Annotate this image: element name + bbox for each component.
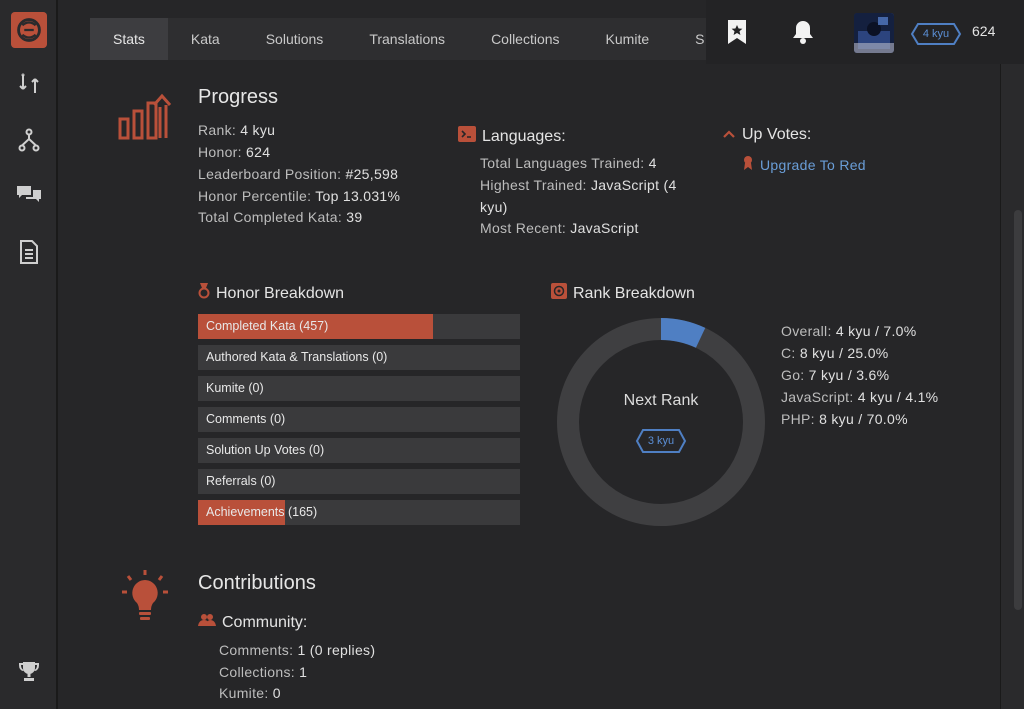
tab-collections[interactable]: Collections — [468, 18, 582, 60]
stat-honor: Honor: 624 — [198, 144, 271, 160]
next-rank-value: 3 kyu — [647, 435, 675, 447]
ribbon-icon — [742, 155, 754, 174]
users-icon — [198, 613, 216, 632]
honor-bar-label: Comments (0) — [206, 412, 286, 426]
stat-rank: Rank: 4 kyu — [198, 122, 276, 138]
honor-bar: Achievements (165) — [198, 500, 520, 525]
honor-bar-label: Referrals (0) — [206, 474, 276, 488]
rank-badge[interactable]: 4 kyu — [910, 22, 962, 46]
donut-track — [557, 318, 765, 526]
stat-leaderboard: Leaderboard Position: #25,598 — [198, 166, 399, 182]
languages-recent: Most Recent: JavaScript — [480, 220, 639, 236]
languages-heading: Languages: — [458, 126, 566, 147]
languages-title: Languages: — [482, 127, 566, 145]
sidebar — [0, 0, 58, 709]
upvotes-title: Up Votes: — [742, 126, 812, 143]
honor-bar-label: Kumite (0) — [206, 381, 264, 395]
progress-chart-icon — [118, 93, 172, 146]
avatar[interactable] — [854, 13, 894, 53]
scrollbar-thumb[interactable] — [1014, 210, 1022, 610]
rank-donut-chart — [557, 318, 765, 526]
languages-highest-cont: kyu) — [480, 199, 508, 215]
honor-bar: Referrals (0) — [198, 469, 520, 494]
practice-icon[interactable] — [11, 66, 47, 102]
tab-translations[interactable]: Translations — [346, 18, 468, 60]
community-collections: Collections: 1 — [219, 664, 308, 680]
next-rank-badge: 3 kyu — [635, 428, 687, 454]
bookmark-star-icon[interactable] — [722, 16, 752, 48]
codewars-logo-icon[interactable] — [11, 12, 47, 48]
discuss-icon[interactable] — [11, 176, 47, 212]
tab-solutions[interactable]: Solutions — [243, 18, 347, 60]
contributions-title: Contributions — [198, 572, 316, 594]
next-rank-label: Next Rank — [623, 392, 699, 409]
rank-item-javascript: JavaScript: 4 kyu / 4.1% — [781, 389, 939, 405]
trophy-icon[interactable] — [11, 654, 47, 690]
rank-breakdown-title: Rank Breakdown — [573, 284, 695, 302]
target-icon — [551, 283, 567, 304]
lightbulb-icon — [118, 568, 172, 629]
top-bar: 4 kyu 624 — [706, 0, 1024, 64]
stat-completed-kata: Total Completed Kata: 39 — [198, 209, 363, 225]
stat-percentile: Honor Percentile: Top 13.031% — [198, 188, 401, 204]
honor-bar: Completed Kata (457) — [198, 314, 520, 339]
honor-bar-label: Solution Up Votes (0) — [206, 443, 325, 457]
rank-item-c: C: 8 kyu / 25.0% — [781, 345, 889, 361]
honor-bar: Kumite (0) — [198, 376, 520, 401]
languages-total: Total Languages Trained: 4 — [480, 155, 657, 171]
honor-bar: Comments (0) — [198, 407, 520, 432]
bell-icon[interactable] — [788, 16, 818, 48]
honor-bar: Authored Kata & Translations (0) — [198, 345, 520, 370]
rank-item-php: PHP: 8 kyu / 70.0% — [781, 411, 908, 427]
tab-kumite[interactable]: Kumite — [583, 18, 673, 60]
tab-stats[interactable]: Stats — [90, 18, 168, 60]
chevron-up-icon — [722, 126, 736, 144]
main-content: Stats Kata Solutions Translations Collec… — [58, 0, 1000, 709]
honor-bar-label: Authored Kata & Translations (0) — [206, 350, 388, 364]
terminal-icon — [458, 126, 476, 147]
community-kumite: Kumite: 0 — [219, 685, 281, 701]
rank-breakdown-list: Overall: 4 kyu / 7.0% C: 8 kyu / 25.0% G… — [781, 320, 938, 430]
upgrade-to-red-link[interactable]: Upgrade To Red — [760, 157, 866, 173]
upgrade-link-row[interactable]: Upgrade To Red — [742, 155, 866, 174]
community-heading: Community: — [198, 613, 307, 632]
fork-icon[interactable] — [11, 122, 47, 158]
rank-item-overall: Overall: 4 kyu / 7.0% — [781, 323, 917, 339]
docs-icon[interactable] — [11, 234, 47, 270]
progress-title: Progress — [198, 86, 279, 108]
rank-breakdown-heading: Rank Breakdown — [551, 283, 695, 304]
honor-bar: Solution Up Votes (0) — [198, 438, 520, 463]
honor-count: 624 — [972, 23, 996, 39]
medal-icon — [198, 283, 210, 304]
community-title: Community: — [222, 613, 308, 631]
rank-item-go: Go: 7 kyu / 3.6% — [781, 367, 890, 383]
rank-badge-label: 4 kyu — [922, 28, 950, 40]
languages-highest: Highest Trained: JavaScript (4 — [480, 177, 677, 193]
honor-breakdown-heading: Honor Breakdown — [198, 283, 344, 304]
honor-bar-label: Achievements (165) — [206, 505, 318, 519]
upvotes-heading: Up Votes: — [722, 126, 811, 144]
tab-kata[interactable]: Kata — [168, 18, 243, 60]
community-comments: Comments: 1 (0 replies) — [219, 642, 376, 658]
honor-breakdown-title: Honor Breakdown — [216, 284, 345, 302]
honor-bar-label: Completed Kata (457) — [206, 319, 329, 333]
